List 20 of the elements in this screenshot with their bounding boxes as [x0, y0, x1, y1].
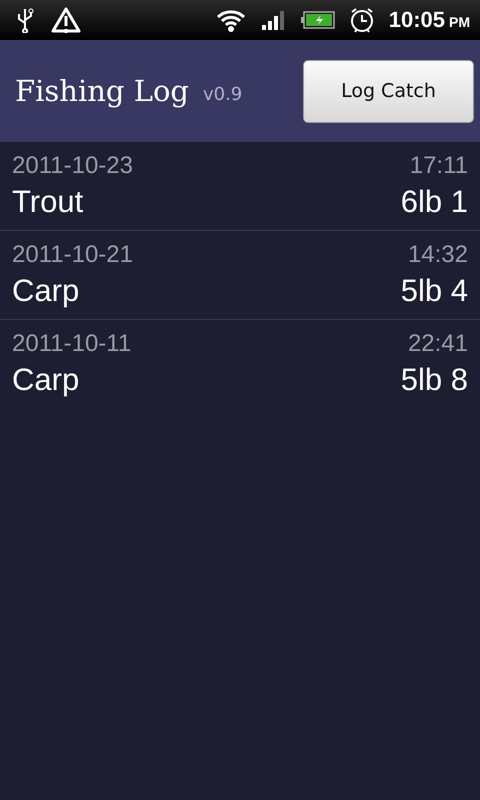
fish-weight: 6lb 1 [400, 184, 468, 220]
fish-species: Carp [12, 273, 80, 309]
fish-species: Carp [12, 362, 80, 398]
clock-time: 10:05 PM [388, 7, 470, 33]
battery-icon [300, 9, 335, 31]
log-catch-button[interactable]: Log Catch [303, 60, 474, 122]
version-label: v0.9 [202, 84, 242, 104]
fish-weight: 5lb 4 [400, 273, 468, 309]
catch-time: 22:41 [408, 330, 468, 358]
alarm-clock-icon [348, 6, 375, 34]
catch-time: 14:32 [408, 241, 468, 269]
catch-date: 2011-10-23 [12, 152, 133, 180]
warning-icon [50, 6, 82, 34]
catch-time: 17:11 [410, 152, 468, 180]
app-title: Fishing Log [15, 74, 189, 108]
signal-icon [260, 9, 287, 31]
catch-date: 2011-10-21 [12, 241, 133, 269]
fish-weight: 5lb 8 [400, 362, 468, 398]
fish-species: Trout [12, 184, 84, 220]
catch-date: 2011-10-11 [12, 330, 132, 358]
